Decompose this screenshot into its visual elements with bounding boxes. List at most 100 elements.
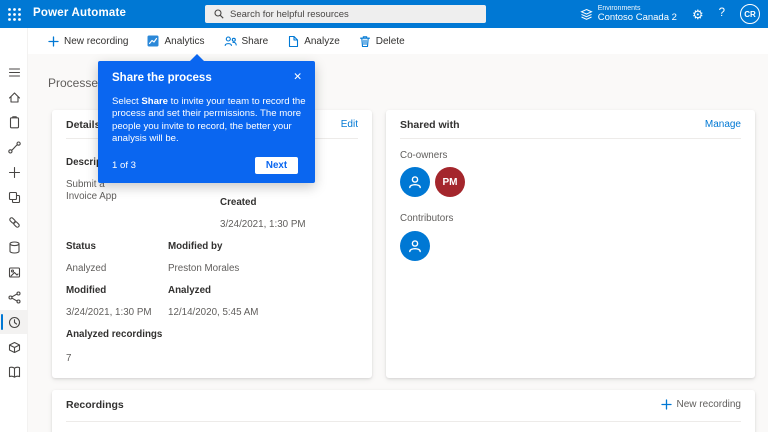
- gear-icon[interactable]: ⚙: [692, 8, 704, 21]
- bubble-body: Select Share to invite your team to reco…: [112, 96, 307, 146]
- command-bar: New recording Analytics Share Analyze De…: [28, 28, 768, 54]
- new-recording-label: New recording: [64, 35, 129, 47]
- bubble-body-line1-pre: Select: [112, 96, 142, 107]
- sidebar-item-monitor[interactable]: [0, 260, 28, 284]
- sidebar-item-create[interactable]: [0, 160, 28, 184]
- waffle-icon[interactable]: [7, 7, 22, 22]
- sidebar-item-learn[interactable]: [0, 360, 28, 384]
- breadcrumb[interactable]: Processes: [48, 76, 104, 90]
- link-icon: [8, 216, 20, 228]
- new-recording-link[interactable]: New recording: [660, 399, 741, 410]
- analyzed-value: 12/14/2020, 5:45 AM: [168, 307, 259, 318]
- contributor-avatar[interactable]: [400, 231, 430, 261]
- analyze-icon: [289, 35, 299, 47]
- sidebar-item-data[interactable]: [0, 235, 28, 259]
- plus-icon: [8, 166, 20, 178]
- environments-label: Environments: [597, 4, 641, 12]
- box-icon: [8, 341, 20, 353]
- process-advisor-icon: [8, 316, 20, 328]
- modified-value: 3/24/2021, 1:30 PM: [66, 307, 152, 318]
- plus-icon: [660, 399, 672, 410]
- delete-label: Delete: [375, 35, 405, 47]
- analyzed-recordings-value: 7: [66, 353, 72, 364]
- next-button[interactable]: Next: [255, 157, 298, 174]
- sidebar-item-action-items[interactable]: [0, 110, 28, 134]
- edit-link[interactable]: Edit: [341, 119, 358, 130]
- hamburger-icon: [8, 67, 20, 77]
- share-button[interactable]: Share: [224, 35, 269, 47]
- delete-icon: [359, 35, 370, 47]
- recordings-title: Recordings: [66, 399, 124, 411]
- user-avatar[interactable]: CR: [740, 4, 760, 24]
- new-recording-button[interactable]: New recording: [48, 36, 128, 47]
- divider: [400, 138, 741, 139]
- clipboard-icon: [9, 115, 19, 128]
- created-value: 3/24/2021, 1:30 PM: [220, 219, 306, 230]
- person-icon: [409, 176, 421, 189]
- modified-label: Modified: [66, 285, 107, 296]
- teaching-bubble: Share the process ✕ Select Share to invi…: [98, 54, 315, 183]
- close-icon[interactable]: ✕: [291, 69, 304, 85]
- home-icon: [8, 91, 20, 103]
- environment-picker[interactable]: Environments Contoso Canada 2: [580, 5, 677, 24]
- co-owner-avatar-pm[interactable]: PM: [435, 167, 465, 197]
- app-top-bar: Power Automate Environments Contoso Cana…: [0, 0, 768, 28]
- status-label: Status: [66, 241, 96, 252]
- help-icon[interactable]: ?: [719, 8, 725, 20]
- analytics-button[interactable]: Analytics: [147, 35, 205, 47]
- status-value: Analyzed: [66, 263, 107, 274]
- co-owners-label: Co-owners: [400, 150, 448, 161]
- share-icon: [224, 36, 237, 47]
- topbar-right-cluster: Environments Contoso Canada 2 ⚙ ? CR: [580, 0, 760, 28]
- details-card-title: Details: [66, 119, 101, 131]
- modified-by-label: Modified by: [168, 241, 223, 252]
- shared-with-title: Shared with: [400, 119, 460, 131]
- bubble-body-line1-bold: Share: [141, 96, 169, 107]
- flow-icon: [7, 140, 21, 154]
- database-icon: [8, 240, 20, 254]
- co-owner-avatar[interactable]: [400, 167, 430, 197]
- modified-by-value: Preston Morales: [168, 263, 240, 274]
- new-recording-link-label: New recording: [676, 399, 741, 410]
- environment-icon: [580, 8, 593, 20]
- search-input[interactable]: [230, 8, 460, 20]
- sidebar-item-solutions[interactable]: [0, 335, 28, 359]
- templates-icon: [8, 191, 20, 203]
- sidebar-item-connectors[interactable]: [0, 210, 28, 234]
- recordings-card: Recordings New recording: [52, 390, 755, 432]
- contributors-label: Contributors: [400, 213, 454, 224]
- sidebar-item-my-flows[interactable]: [0, 135, 28, 159]
- book-icon: [8, 366, 20, 378]
- shared-with-card: Shared with Manage Co-owners PM Contribu…: [386, 110, 755, 378]
- analytics-label: Analytics: [164, 35, 205, 47]
- bubble-body-line3: people you invite to record, the better …: [112, 120, 292, 132]
- analytics-icon: [147, 35, 159, 47]
- sidebar-item-ai-builder[interactable]: [0, 285, 28, 309]
- bubble-title: Share the process: [112, 72, 212, 84]
- delete-button[interactable]: Delete: [359, 35, 405, 48]
- network-icon: [7, 290, 21, 304]
- plus-icon: [48, 35, 59, 47]
- bubble-body-line2: process and set their permissions. The m…: [112, 108, 302, 120]
- created-label: Created: [220, 197, 257, 208]
- bubble-body-line1-post: to invite your team to record the: [168, 96, 306, 107]
- left-nav-rail: [0, 28, 28, 432]
- bubble-step-counter: 1 of 3: [112, 160, 137, 171]
- analyze-button[interactable]: Analyze: [287, 35, 340, 48]
- bubble-body-line4: analysis will be.: [112, 133, 179, 145]
- analyzed-recordings-label: Analyzed recordings: [66, 329, 163, 340]
- person-icon: [409, 240, 421, 253]
- sidebar-item-menu[interactable]: [0, 60, 28, 84]
- sidebar-item-templates[interactable]: [0, 185, 28, 209]
- description-value-line2: Invoice App: [66, 191, 117, 202]
- analyzed-label: Analyzed: [168, 285, 212, 296]
- manage-link[interactable]: Manage: [705, 119, 741, 130]
- sidebar-item-process-advisor[interactable]: [0, 310, 28, 334]
- sidebar-item-home[interactable]: [0, 85, 28, 109]
- environment-name: Contoso Canada 2: [597, 11, 677, 23]
- search-box[interactable]: [205, 5, 486, 23]
- search-icon: [214, 9, 224, 19]
- image-icon: [8, 266, 20, 278]
- share-label: Share: [241, 35, 269, 47]
- app-title[interactable]: Power Automate: [33, 7, 126, 19]
